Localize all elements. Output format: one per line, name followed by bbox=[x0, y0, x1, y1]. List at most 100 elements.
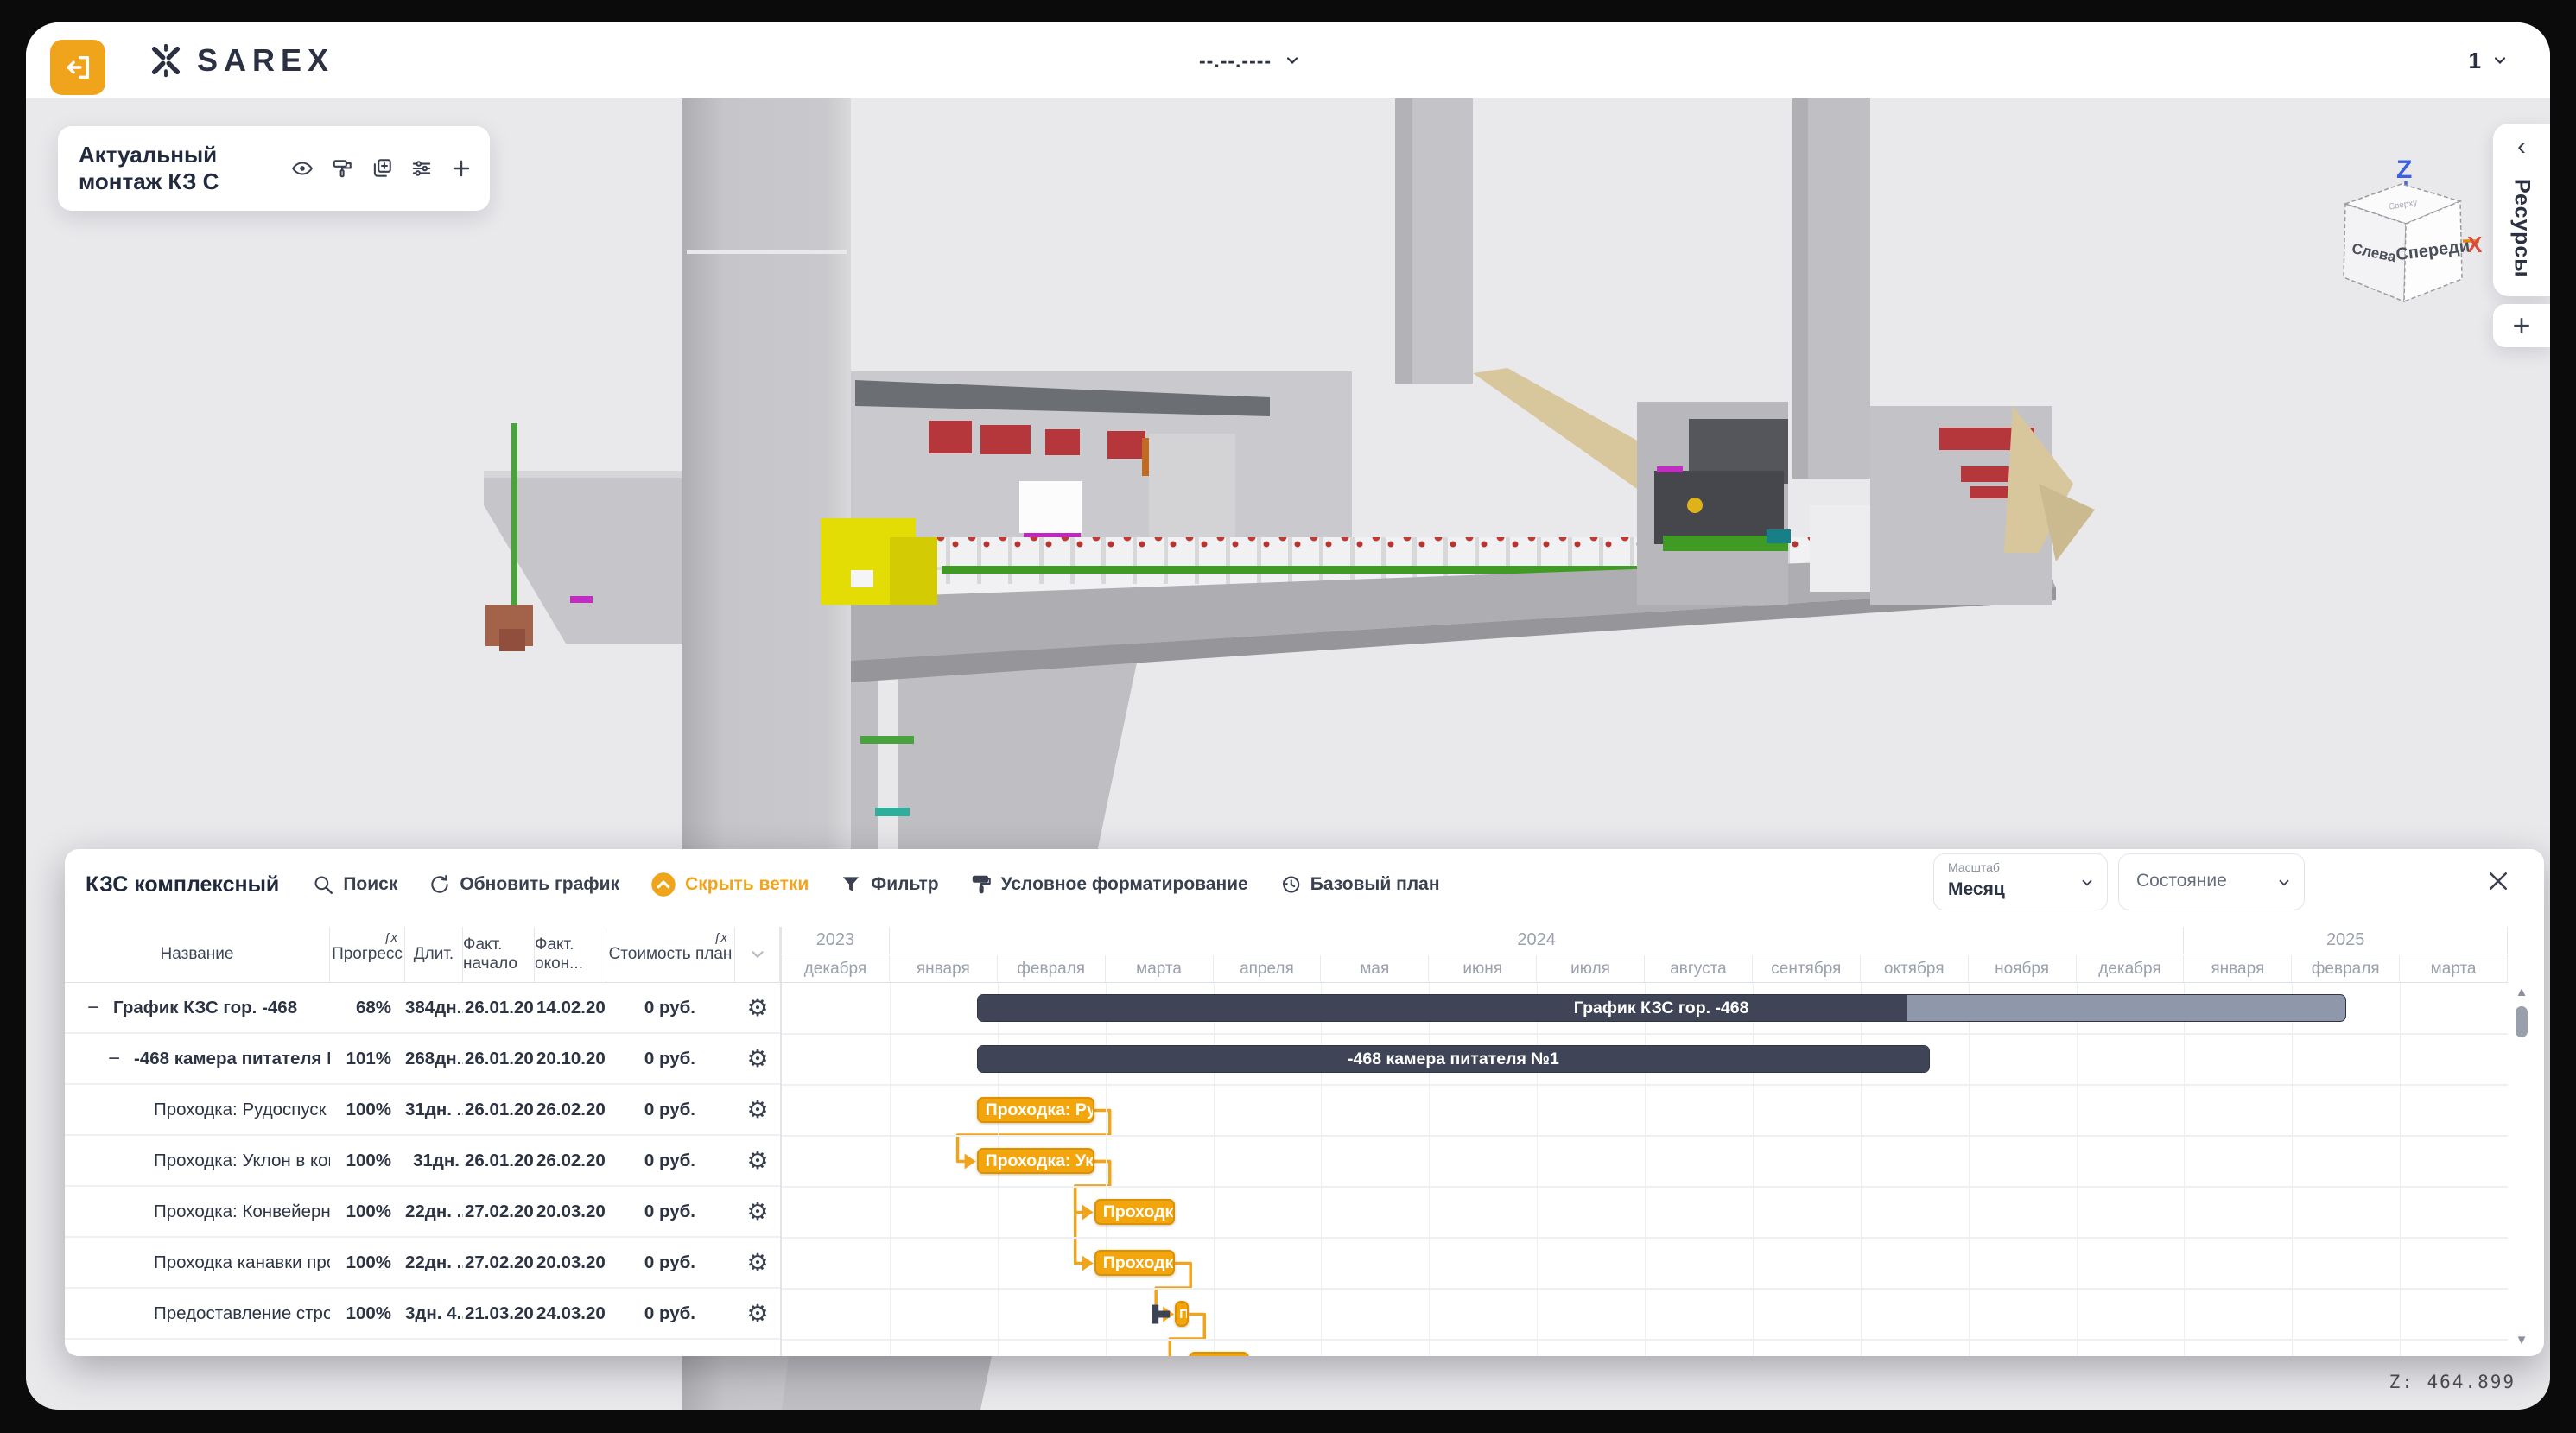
constraint-marker-icon bbox=[1158, 1311, 1170, 1318]
scale-select[interactable]: Масштаб Месяц bbox=[1933, 853, 2108, 910]
refresh-icon bbox=[428, 873, 451, 896]
brand-logo: SAREX bbox=[149, 22, 334, 98]
search-button[interactable]: Поиск bbox=[312, 873, 397, 896]
refresh-label: Обновить график bbox=[460, 874, 619, 895]
column-header-menu[interactable] bbox=[735, 927, 780, 982]
scroll-down-icon[interactable]: ▼ bbox=[2515, 1334, 2528, 1347]
bar-label: П bbox=[1177, 1303, 1187, 1325]
resources-tab-label: Ресурсы bbox=[2509, 179, 2535, 278]
timeline-years: 202320242025 bbox=[782, 927, 2508, 954]
resources-tab[interactable]: ‹ Ресурсы bbox=[2493, 124, 2550, 296]
collapse-toggle[interactable]: − bbox=[82, 996, 105, 1020]
plus-button[interactable] bbox=[450, 157, 473, 180]
task-duration: 268дн... bbox=[405, 1049, 463, 1069]
duplicate-plus-button[interactable] bbox=[371, 157, 393, 180]
gantt-task-bar[interactable] bbox=[1189, 1352, 1249, 1356]
table-row[interactable]: Проходка: Конвейерный100%22дн. ...27.02.… bbox=[65, 1187, 780, 1238]
month-label: июля bbox=[1537, 955, 1645, 982]
link-arrow-icon bbox=[1163, 1307, 1174, 1322]
task-progress: 100% bbox=[330, 1202, 405, 1222]
gantt-task-bar[interactable]: Проходка к bbox=[1094, 1250, 1175, 1276]
task-duration: 384дн... bbox=[405, 998, 463, 1018]
row-settings-gear-icon[interactable]: ⚙ bbox=[735, 993, 780, 1022]
task-progress: 100% bbox=[330, 1252, 405, 1273]
gantt-summary-bar[interactable]: График КЗС гор. -468 bbox=[977, 994, 2346, 1022]
task-name: Проходка: Конвейерный bbox=[154, 1202, 330, 1222]
chevron-down-icon bbox=[748, 945, 767, 964]
row-settings-gear-icon[interactable]: ⚙ bbox=[735, 1197, 780, 1226]
month-label: сентября bbox=[1753, 955, 1861, 982]
table-row[interactable]: Предоставление стройго100%3дн. 4...21.03… bbox=[65, 1289, 780, 1340]
task-end: 20.03.20... bbox=[535, 1252, 606, 1273]
task-cost: 0 руб. bbox=[606, 998, 735, 1018]
month-gridline bbox=[1106, 983, 1107, 1356]
row-settings-gear-icon[interactable]: ⚙ bbox=[735, 1044, 780, 1073]
column-header-факт-окон-: Факт. окон... bbox=[535, 927, 606, 982]
baseline-button[interactable]: Базовый план bbox=[1279, 873, 1440, 896]
state-select[interactable]: Состояние bbox=[2118, 853, 2305, 910]
table-row[interactable]: −-468 камера питателя №1101%268дн...26.0… bbox=[65, 1034, 780, 1085]
task-end: 14.02.20... bbox=[535, 998, 606, 1018]
add-view-button[interactable]: + bbox=[2493, 304, 2550, 347]
row-settings-gear-icon[interactable]: ⚙ bbox=[735, 1248, 780, 1277]
task-duration: 31дн. bbox=[405, 1151, 463, 1171]
task-duration: 31дн. ... bbox=[405, 1100, 463, 1120]
month-label: января bbox=[2184, 955, 2292, 982]
table-row[interactable] bbox=[65, 1340, 780, 1356]
table-row[interactable]: Проходка: Уклон в компл100%31дн.26.01.20… bbox=[65, 1136, 780, 1187]
gantt-milestone-bar[interactable]: П bbox=[1175, 1301, 1189, 1327]
eye-button[interactable] bbox=[291, 157, 314, 180]
hide-branches-label: Скрыть ветки bbox=[685, 874, 809, 895]
navigation-cube[interactable]: Z X Сверху Слева Спереди bbox=[2324, 152, 2484, 312]
exit-icon bbox=[63, 53, 92, 82]
gantt-task-bar[interactable]: Проходка: Укло bbox=[977, 1148, 1094, 1174]
scrollbar-thumb[interactable] bbox=[2516, 1006, 2528, 1037]
table-row[interactable]: −График КЗС гор. -46868%384дн...26.01.20… bbox=[65, 983, 780, 1034]
table-row[interactable]: Проходка канавки просор100%22дн. ...27.0… bbox=[65, 1238, 780, 1289]
formula-icon: ƒx bbox=[384, 930, 397, 945]
row-settings-gear-icon[interactable]: ⚙ bbox=[735, 1146, 780, 1175]
table-row[interactable]: Проходка: Рудоспуск отм100%31дн. ...26.0… bbox=[65, 1085, 780, 1136]
gantt-task-bar[interactable]: Проходка: Рудо bbox=[977, 1097, 1094, 1123]
row-gridline bbox=[782, 1237, 2508, 1239]
close-gantt-button[interactable] bbox=[2485, 868, 2511, 898]
month-label: ноября bbox=[1969, 955, 2077, 982]
scale-select-label: Масштаб bbox=[1948, 860, 2000, 874]
bar-label: Проходка: Рудо bbox=[979, 1099, 1093, 1121]
task-start: 27.02.20... bbox=[463, 1252, 535, 1273]
row-gridline bbox=[782, 1339, 2508, 1341]
gantt-summary-bar[interactable]: -468 камера питателя №1 bbox=[977, 1045, 1931, 1073]
task-duration: 22дн. ... bbox=[405, 1252, 463, 1273]
month-label: апреля bbox=[1214, 955, 1322, 982]
task-start: 26.01.20... bbox=[463, 1100, 535, 1120]
scroll-up-icon[interactable]: ▲ bbox=[2515, 986, 2528, 999]
month-gridline bbox=[1861, 983, 1862, 1356]
sliders-icon bbox=[410, 157, 433, 180]
row-settings-gear-icon[interactable]: ⚙ bbox=[735, 1095, 780, 1124]
filter-button[interactable]: Фильтр bbox=[840, 873, 938, 896]
task-cost: 0 руб. bbox=[606, 1252, 735, 1273]
hide-branches-button[interactable]: Скрыть ветки bbox=[650, 872, 809, 897]
bar-label: Проходка к bbox=[1096, 1252, 1173, 1274]
viewpoint-count-selector[interactable]: 1 bbox=[2469, 22, 2509, 98]
row-settings-gear-icon[interactable]: ⚙ bbox=[735, 1299, 780, 1328]
year-label: 2025 bbox=[2184, 927, 2508, 954]
duplicate-plus-icon bbox=[371, 157, 393, 180]
refresh-button[interactable]: Обновить график bbox=[428, 873, 619, 896]
date-selector[interactable]: --.--.---- bbox=[1199, 22, 1301, 98]
conditional-formatting-button[interactable]: Условное форматирование bbox=[970, 873, 1248, 896]
paint-roller-button[interactable] bbox=[331, 157, 353, 180]
sliders-button[interactable] bbox=[410, 157, 433, 180]
plus-icon bbox=[450, 157, 473, 180]
viewpoint-count-value: 1 bbox=[2469, 48, 2481, 74]
task-progress: 100% bbox=[330, 1151, 405, 1171]
row-gridline bbox=[782, 1084, 2508, 1086]
z-axis-label: Z bbox=[2396, 155, 2412, 184]
filter-label: Фильтр bbox=[871, 874, 938, 895]
collapse-toggle[interactable]: − bbox=[103, 1047, 125, 1071]
gantt-vertical-scrollbar[interactable]: ▲ ▼ bbox=[2513, 986, 2530, 1347]
gantt-task-bar[interactable]: Проходка: bbox=[1094, 1199, 1175, 1225]
date-selector-value: --.--.---- bbox=[1199, 49, 1272, 73]
exit-button[interactable] bbox=[50, 40, 105, 95]
close-icon bbox=[2485, 868, 2511, 894]
